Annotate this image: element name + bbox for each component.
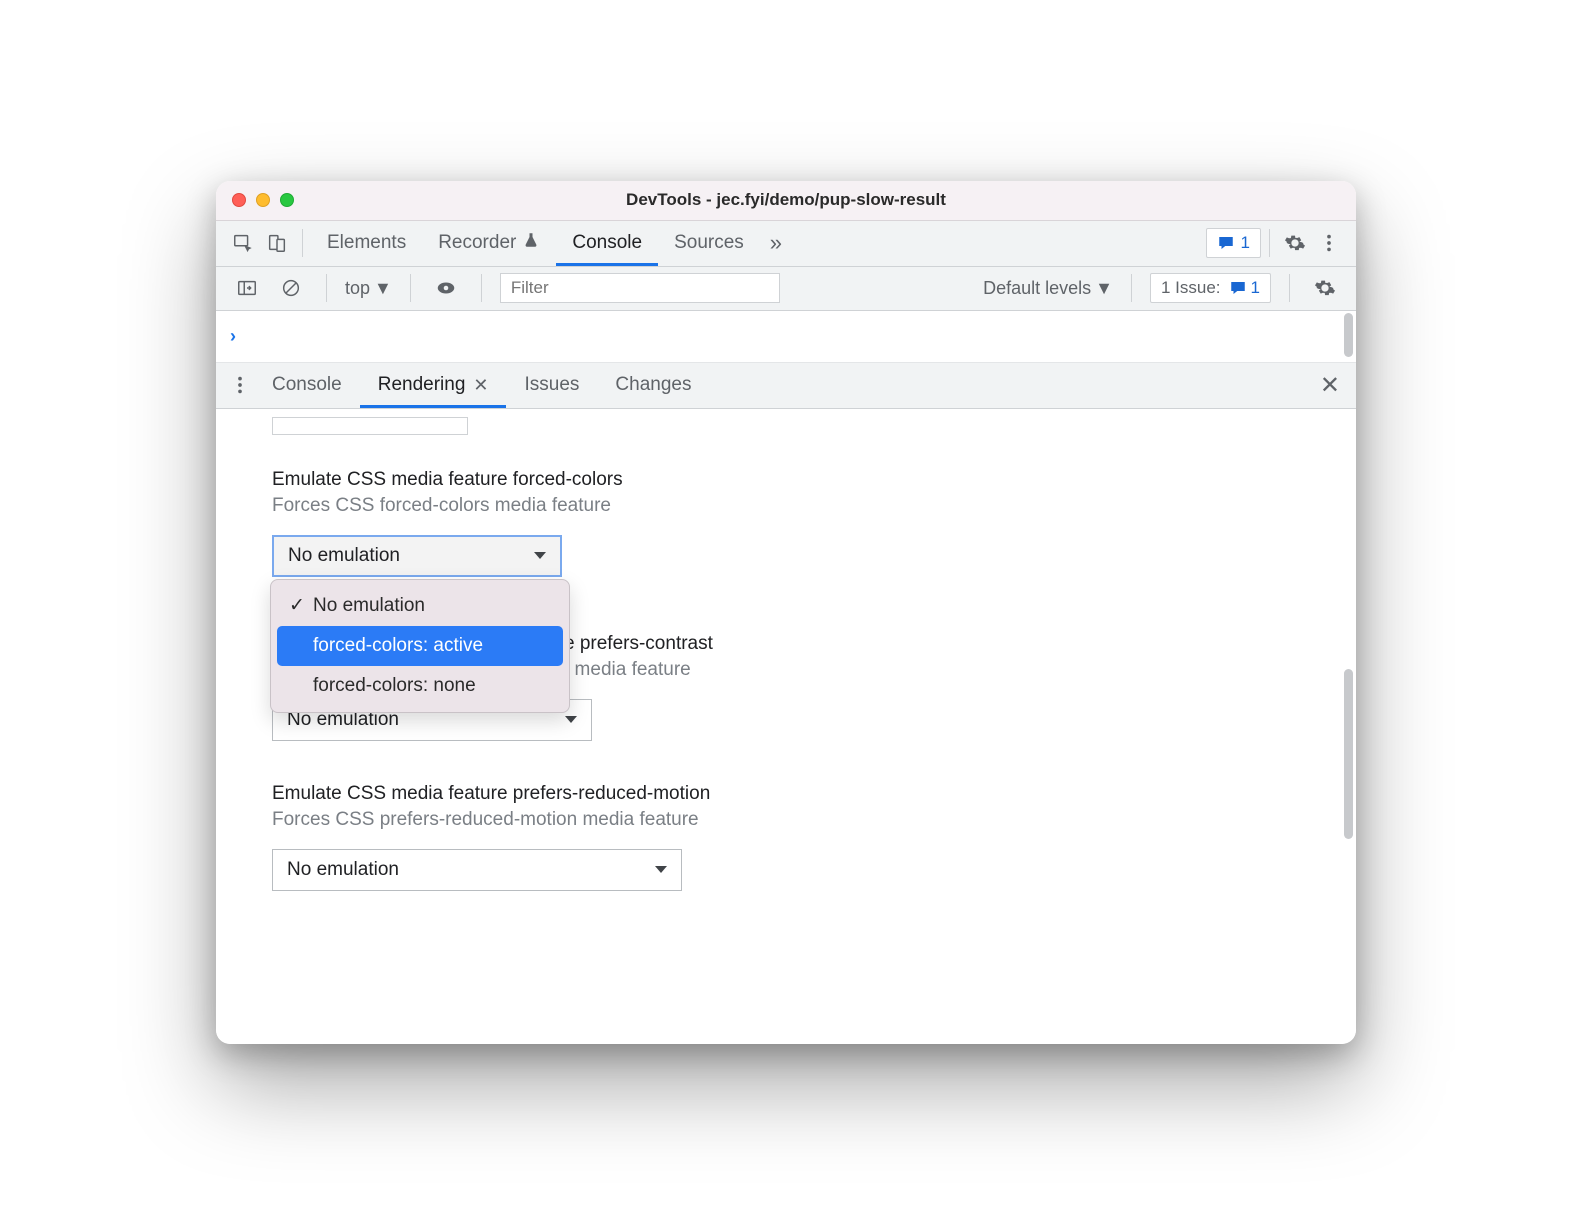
prefers-reduced-motion-subtitle: Forces CSS prefers-reduced-motion media … <box>272 809 1300 831</box>
console-toolbar: top ▼ Default levels ▼ 1 Issue: 1 <box>216 267 1356 311</box>
issues-chip-count: 1 <box>1241 233 1250 253</box>
prompt-chevron-icon: › <box>230 326 236 347</box>
issues-counter-label: 1 Issue: <box>1161 278 1221 298</box>
tab-elements[interactable]: Elements <box>311 220 422 266</box>
forced-colors-title: Emulate CSS media feature forced-colors <box>272 469 1300 491</box>
minimize-window-button[interactable] <box>256 193 270 207</box>
issues-counter[interactable]: 1 Issue: 1 <box>1150 273 1271 303</box>
more-tabs-button[interactable]: » <box>760 230 792 256</box>
tab-recorder[interactable]: Recorder <box>422 220 556 266</box>
drawer-tabbar: Console Rendering ✕ Issues Changes ✕ <box>216 363 1356 409</box>
context-label: top <box>345 278 370 299</box>
tab-console[interactable]: Console <box>556 220 658 266</box>
prefers-reduced-motion-select-value: No emulation <box>287 859 399 881</box>
chevron-down-icon <box>655 866 667 873</box>
issues-chip[interactable]: 1 <box>1206 228 1261 258</box>
kebab-icon <box>229 374 251 396</box>
option-label: forced-colors: none <box>313 675 476 697</box>
divider <box>481 274 482 302</box>
zoom-window-button[interactable] <box>280 193 294 207</box>
context-selector[interactable]: top ▼ <box>345 278 392 299</box>
message-icon <box>1229 279 1247 297</box>
divider <box>1269 229 1270 257</box>
settings-button[interactable] <box>1278 232 1312 254</box>
inspect-element-icon[interactable] <box>226 226 260 260</box>
gear-icon <box>1284 232 1306 254</box>
traffic-lights <box>232 193 294 207</box>
check-icon: ✓ <box>289 594 305 617</box>
live-expression-icon[interactable] <box>429 271 463 305</box>
close-drawer-button[interactable]: ✕ <box>1314 371 1346 400</box>
tab-recorder-label: Recorder <box>438 232 516 254</box>
rendering-pane: Emulate CSS media feature forced-colors … <box>216 409 1356 1044</box>
chevron-down-icon: ▼ <box>1095 278 1113 299</box>
drawer-tab-rendering[interactable]: Rendering ✕ <box>360 362 507 408</box>
window-title: DevTools - jec.fyi/demo/pup-slow-result <box>216 190 1356 210</box>
forced-colors-select-value: No emulation <box>288 545 400 567</box>
flask-icon <box>522 231 540 255</box>
drawer-tab-rendering-label: Rendering <box>378 374 466 396</box>
divider <box>326 274 327 302</box>
device-toolbar-icon[interactable] <box>260 226 294 260</box>
option-label: No emulation <box>313 595 425 617</box>
partial-select-above[interactable] <box>272 417 468 435</box>
scrollbar-thumb[interactable] <box>1344 313 1353 357</box>
message-icon <box>1217 234 1235 252</box>
option-no-emulation[interactable]: ✓ No emulation <box>277 586 563 626</box>
devtools-window: DevTools - jec.fyi/demo/pup-slow-result … <box>216 181 1356 1044</box>
filter-input[interactable] <box>500 273 780 303</box>
drawer-tab-changes[interactable]: Changes <box>597 362 709 408</box>
main-toolbar: Elements Recorder Console Sources » 1 <box>216 221 1356 267</box>
more-options-button[interactable] <box>1312 232 1346 254</box>
divider <box>1131 274 1132 302</box>
chevron-down-icon <box>534 552 546 559</box>
show-sidebar-icon[interactable] <box>230 271 264 305</box>
option-forced-colors-none[interactable]: forced-colors: none <box>277 666 563 706</box>
chevron-down-icon <box>565 716 577 723</box>
clear-console-icon[interactable] <box>274 271 308 305</box>
scrollbar-thumb[interactable] <box>1344 669 1353 839</box>
drawer-more-button[interactable] <box>226 374 254 396</box>
log-levels-label: Default levels <box>983 278 1091 299</box>
prefers-reduced-motion-section: Emulate CSS media feature prefers-reduce… <box>272 783 1300 891</box>
issues-counter-count: 1 <box>1251 278 1260 298</box>
log-levels-selector[interactable]: Default levels ▼ <box>983 278 1113 299</box>
kebab-icon <box>1318 232 1340 254</box>
gear-icon <box>1314 277 1336 299</box>
drawer-tab-issues[interactable]: Issues <box>506 362 597 408</box>
console-prompt-row[interactable]: › <box>216 311 1356 363</box>
forced-colors-subtitle: Forces CSS forced-colors media feature <box>272 495 1300 517</box>
divider <box>302 229 303 257</box>
option-label: forced-colors: active <box>313 635 483 657</box>
titlebar: DevTools - jec.fyi/demo/pup-slow-result <box>216 181 1356 221</box>
option-forced-colors-active[interactable]: forced-colors: active <box>277 626 563 666</box>
prefers-reduced-motion-select[interactable]: No emulation <box>272 849 682 891</box>
close-tab-icon[interactable]: ✕ <box>473 375 488 396</box>
console-settings-button[interactable] <box>1308 277 1342 299</box>
tab-sources[interactable]: Sources <box>658 220 760 266</box>
forced-colors-dropdown: ✓ No emulation forced-colors: active for… <box>270 579 570 713</box>
drawer-tab-console[interactable]: Console <box>254 362 360 408</box>
chevron-down-icon: ▼ <box>374 278 392 299</box>
forced-colors-section: Emulate CSS media feature forced-colors … <box>272 469 1300 577</box>
close-window-button[interactable] <box>232 193 246 207</box>
divider <box>1289 274 1290 302</box>
forced-colors-select[interactable]: No emulation <box>272 535 562 577</box>
divider <box>410 274 411 302</box>
prefers-reduced-motion-title: Emulate CSS media feature prefers-reduce… <box>272 783 1300 805</box>
